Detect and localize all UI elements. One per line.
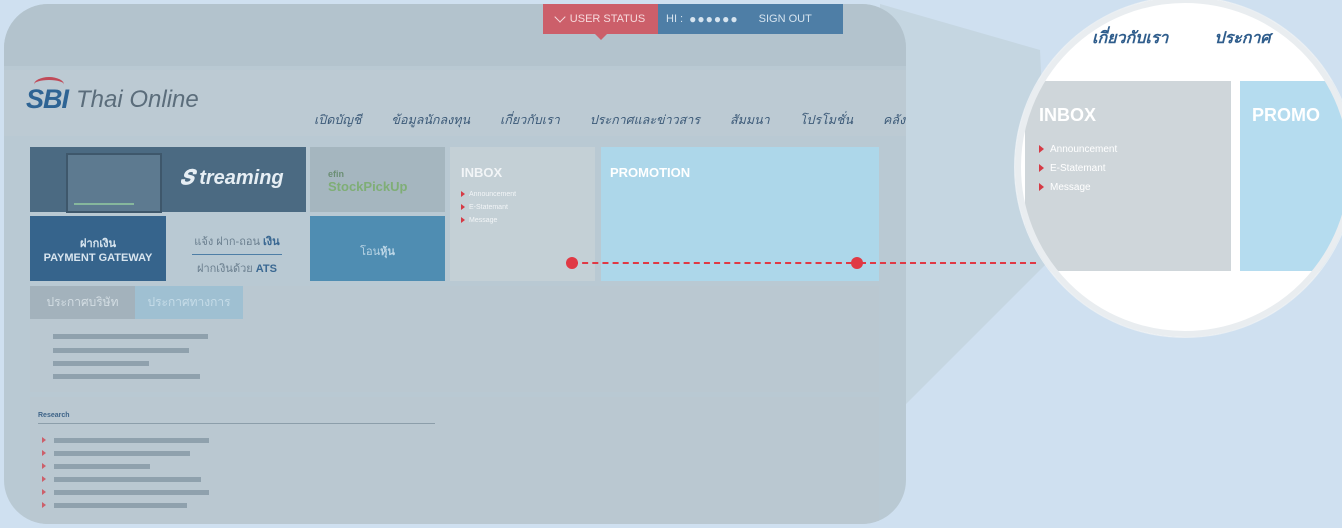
promotion-tile[interactable]: PROMOTION	[601, 147, 879, 281]
streaming-label: 𝑺 treaming	[180, 167, 284, 189]
efin-logo: efin StockPickUp	[328, 169, 408, 194]
placeholder-line	[53, 361, 149, 366]
connector-dot	[851, 257, 863, 269]
transfer-stock-tile[interactable]: โอนหุ้น	[310, 216, 445, 281]
efin-stockpickup-tile[interactable]: efin StockPickUp	[310, 147, 445, 212]
ats-divider	[192, 254, 282, 255]
zoom-magnifier: เกี่ยวกับเรา ประกาศ INBOX Announcement E…	[1015, 0, 1342, 337]
research-panel: Research	[30, 397, 879, 524]
arrow-right-icon	[42, 437, 46, 443]
placeholder-line	[53, 334, 208, 339]
zoom-inbox-item: E-Statemant	[1039, 159, 1231, 178]
arrow-right-icon	[1039, 145, 1044, 154]
tab-company-news[interactable]: ประกาศบริษัท	[30, 286, 135, 319]
zoom-nav-news: ประกาศ	[1214, 30, 1271, 47]
research-item[interactable]	[42, 476, 201, 482]
research-item[interactable]	[42, 437, 209, 443]
nav-seminar[interactable]: สัมมนา	[730, 110, 770, 130]
zoom-nav: เกี่ยวกับเรา ประกาศ	[1092, 26, 1271, 51]
arrow-right-icon	[1039, 164, 1044, 173]
research-title: Research	[38, 412, 70, 419]
announcement-tabs: ประกาศบริษัท ประกาศทางการ	[30, 286, 879, 319]
research-underline	[38, 423, 435, 424]
nav-knowledge[interactable]: คลังความรู้	[883, 110, 906, 130]
inbox-item-estatement[interactable]: E-Statemant	[461, 201, 595, 214]
arrow-right-icon	[1039, 183, 1044, 192]
ats-line1: แจ้ง ฝาก-ถอน เงิน	[194, 236, 280, 248]
payment-gateway-tile[interactable]: ฝากเงิน PAYMENT GATEWAY	[30, 216, 166, 281]
sign-out-link[interactable]: SIGN OUT	[759, 13, 812, 25]
nav-open-account[interactable]: เปิดบัญชี	[314, 110, 361, 130]
arrow-right-icon	[461, 191, 465, 198]
arrow-right-icon	[42, 476, 46, 482]
arrow-right-icon	[42, 489, 46, 495]
nav-about-us[interactable]: เกี่ยวกับเรา	[500, 110, 560, 130]
zoom-inbox-item: Message	[1039, 178, 1231, 197]
streaming-tile[interactable]: 𝑺 treaming	[30, 147, 306, 213]
logo-brand: SBI	[26, 77, 69, 115]
zoom-footer	[1015, 271, 1342, 337]
zoom-nav-about: เกี่ยวกับเรา	[1092, 30, 1169, 47]
zoom-inbox-title: INBOX	[1039, 105, 1097, 125]
user-status-label: USER STATUS	[569, 13, 646, 25]
masked-username: ●●●●●●	[689, 12, 739, 26]
pointer-triangle	[595, 34, 607, 40]
research-item[interactable]	[42, 489, 209, 495]
research-item[interactable]	[42, 463, 150, 469]
research-item[interactable]	[42, 502, 187, 508]
arrow-right-icon	[461, 204, 465, 211]
browser-screen: USER STATUS HI : ●●●●●● SIGN OUT SBI Tha…	[4, 4, 906, 524]
sbi-logo[interactable]: SBI Thai Online	[26, 77, 199, 115]
tab-official-news[interactable]: ประกาศทางการ	[135, 286, 243, 319]
ats-line2: ฝากเงินด้วย ATS	[197, 263, 277, 275]
promotion-title: PROMOTION	[610, 165, 691, 180]
zoom-inbox-item: Announcement	[1039, 140, 1231, 159]
main-nav: เปิดบัญชี ข้อมูลนักลงทุน เกี่ยวกับเรา ปร…	[314, 110, 906, 130]
greeting-label: HI :	[666, 13, 684, 25]
connector-dash	[572, 262, 852, 264]
nav-investor-info[interactable]: ข้อมูลนักลงทุน	[391, 110, 470, 130]
research-item[interactable]	[42, 450, 190, 456]
greeting-area: HI : ●●●●●● SIGN OUT	[658, 4, 843, 34]
connector-dot	[566, 257, 578, 269]
payment-line1: ฝากเงิน	[80, 238, 116, 250]
connector-dash	[860, 262, 1036, 264]
zoom-promotion: PROMO	[1240, 81, 1342, 271]
announcement-panel: ประกาศบริษัท ประกาศทางการ	[30, 286, 879, 392]
user-status-button[interactable]: USER STATUS	[543, 4, 658, 40]
logo-arc-icon	[34, 77, 64, 92]
placeholder-line	[53, 348, 189, 353]
arrow-right-icon	[42, 502, 46, 508]
nav-news[interactable]: ประกาศและข่าวสาร	[590, 110, 700, 130]
logo-name: Thai Online	[76, 85, 199, 113]
arrow-right-icon	[461, 217, 465, 224]
inbox-item-message[interactable]: Message	[461, 214, 595, 227]
nav-promotion[interactable]: โปรโมชั่น	[800, 110, 853, 130]
chevron-down-icon	[554, 11, 566, 23]
device-image	[66, 153, 162, 213]
arrow-right-icon	[42, 450, 46, 456]
zoom-inbox: INBOX Announcement E-Statemant Message	[1025, 81, 1231, 271]
payment-line2: PAYMENT GATEWAY	[43, 252, 153, 264]
placeholder-line	[53, 374, 200, 379]
inbox-title: INBOX	[461, 165, 503, 180]
main-navbar: SBI Thai Online เปิดบัญชี ข้อมูลนักลงทุน…	[4, 70, 906, 136]
arrow-right-icon	[42, 463, 46, 469]
user-status-bar: USER STATUS HI : ●●●●●● SIGN OUT	[543, 4, 843, 40]
ats-tile[interactable]: แจ้ง ฝาก-ถอน เงิน ฝากเงินด้วย ATS	[168, 216, 306, 281]
inbox-item-announcement[interactable]: Announcement	[461, 188, 595, 201]
